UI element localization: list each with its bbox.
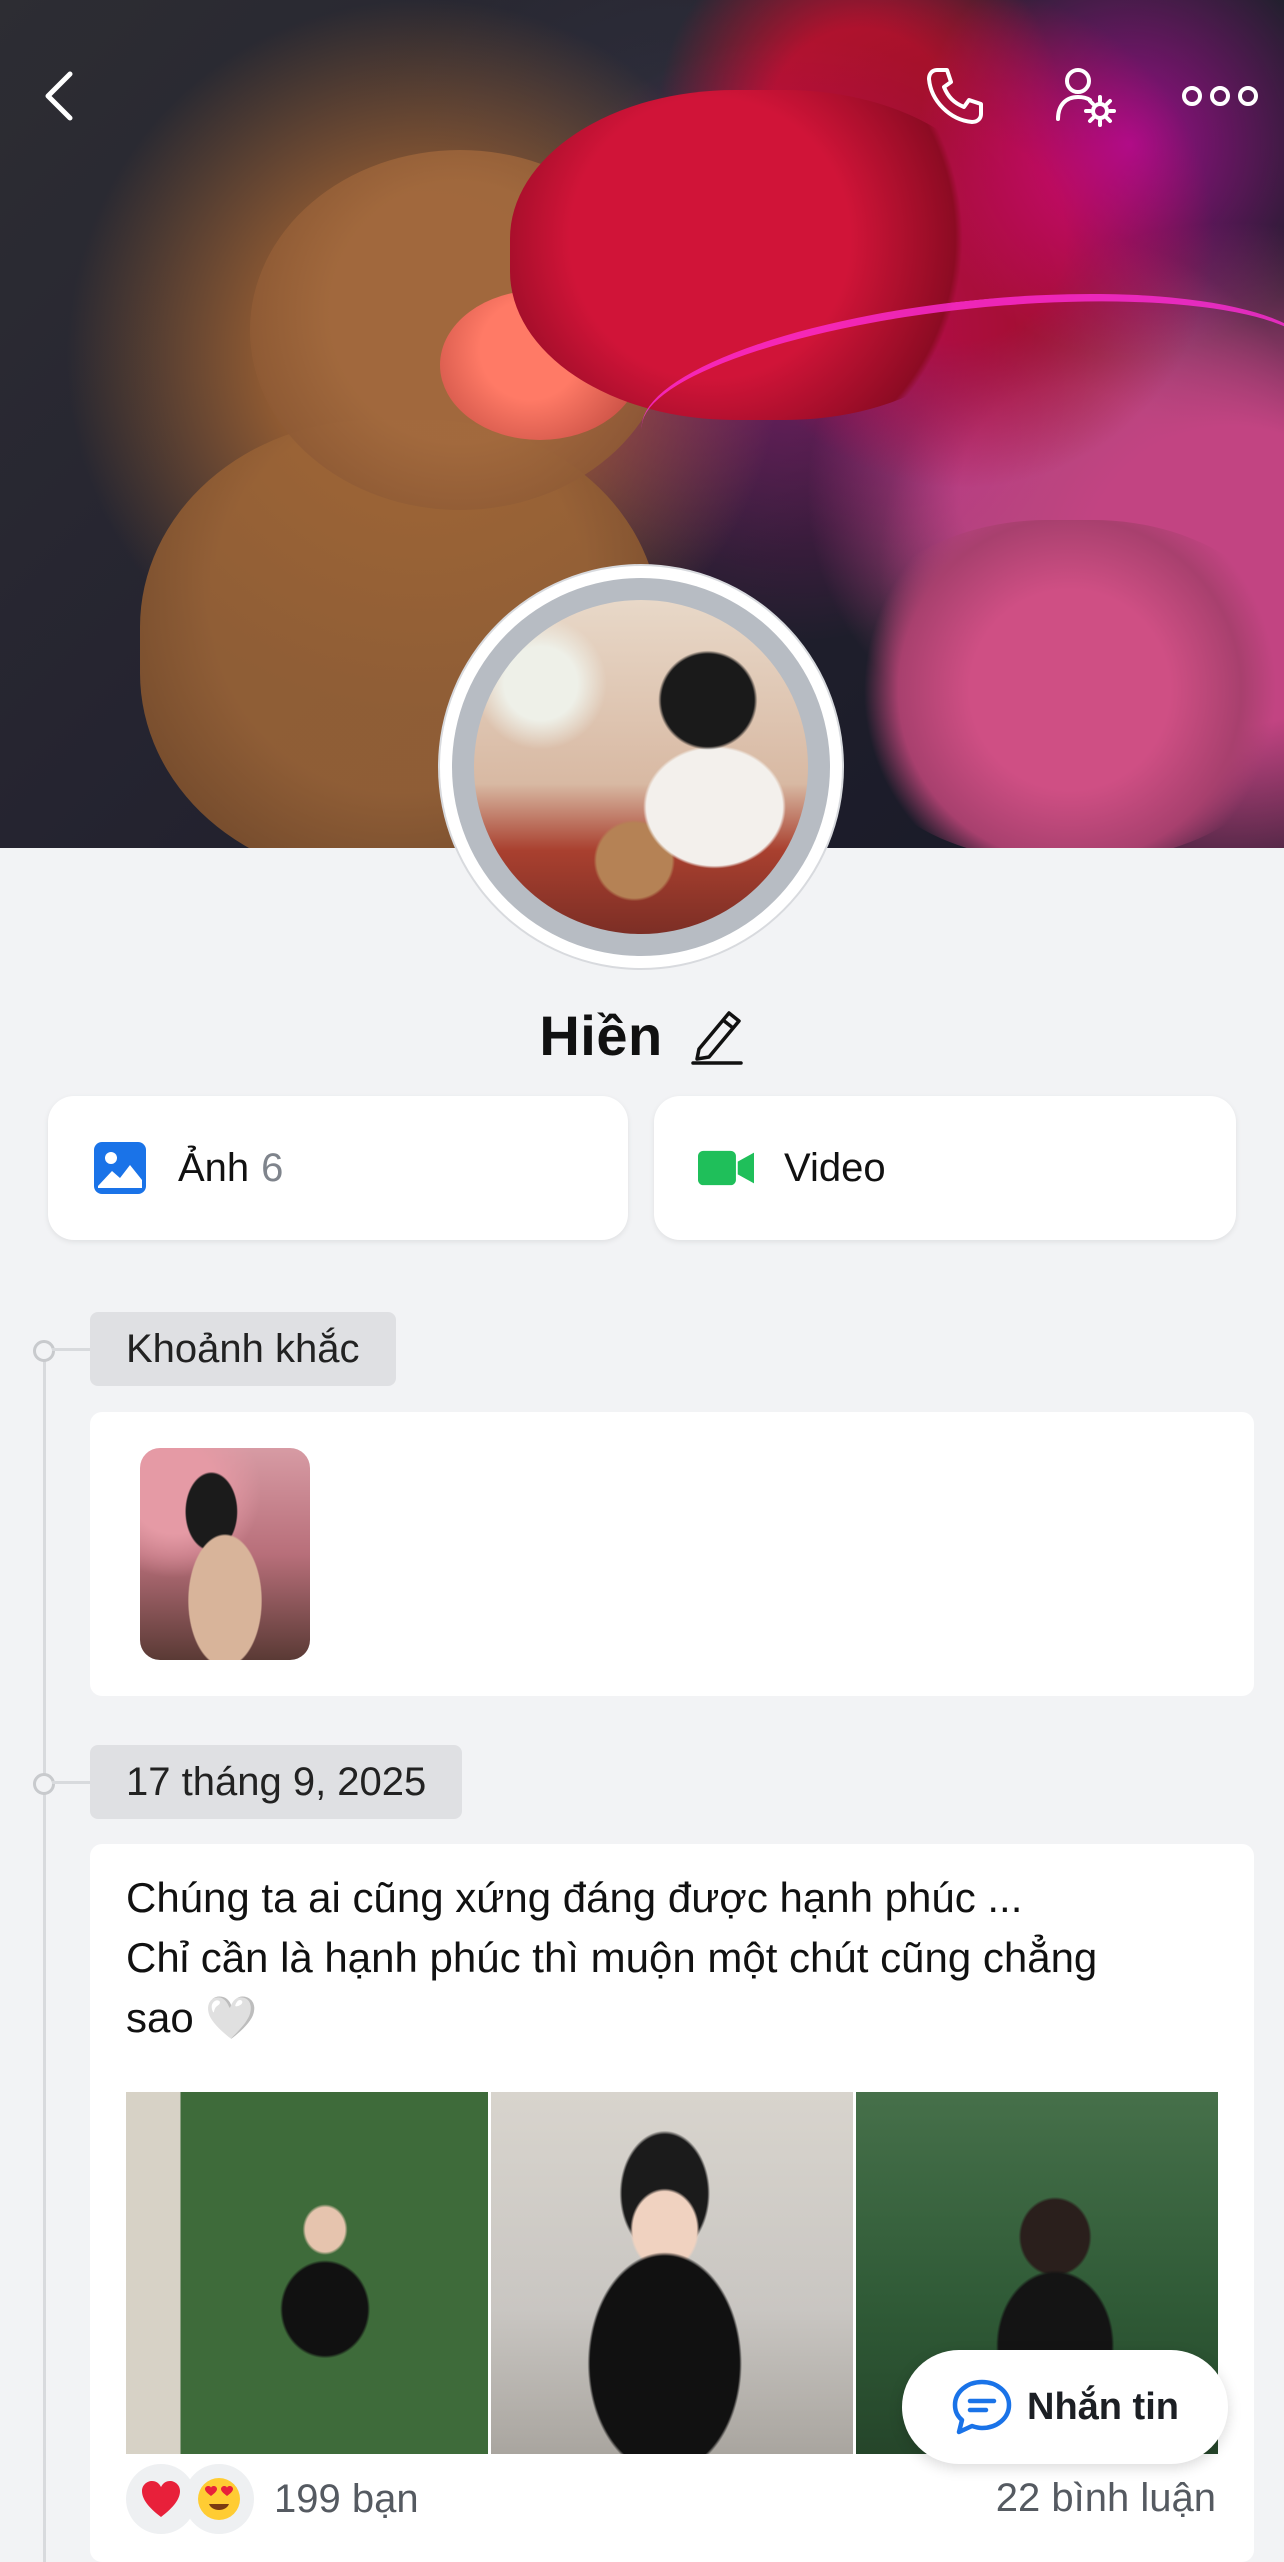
- moments-panel: [90, 1412, 1254, 1696]
- avatar-photo: [474, 600, 808, 934]
- heart-eyes-icon: [184, 2464, 254, 2534]
- post-photo[interactable]: [491, 2092, 853, 2454]
- post-date-tag: 17 tháng 9, 2025: [90, 1745, 463, 1819]
- edit-name-button[interactable]: [689, 1005, 745, 1065]
- more-button[interactable]: [1170, 56, 1270, 136]
- post-text-line: sao 🤍: [126, 1994, 258, 2041]
- post-photo[interactable]: [126, 2092, 488, 2454]
- timeline-connector: [52, 1781, 90, 1784]
- video-camera-icon: [698, 1140, 754, 1196]
- image-icon: [92, 1140, 148, 1196]
- reactions[interactable]: 199 bạn: [126, 2464, 419, 2534]
- avatar[interactable]: [440, 566, 842, 968]
- timeline-dot: [33, 1340, 55, 1362]
- timeline-dot: [33, 1773, 55, 1795]
- moments-tag: Khoảnh khắc: [90, 1312, 396, 1386]
- reactions-count: 199 bạn: [274, 2476, 419, 2521]
- photos-count: 6: [261, 1145, 284, 1190]
- moment-thumbnail[interactable]: [140, 1448, 310, 1660]
- timeline-connector: [52, 1348, 90, 1351]
- photos-button[interactable]: Ảnh 6: [48, 1096, 628, 1240]
- avatar-ring: [452, 578, 830, 956]
- back-button[interactable]: [30, 56, 90, 136]
- pencil-icon: [690, 1011, 743, 1065]
- call-button[interactable]: [910, 56, 1000, 136]
- chevron-left-icon: [45, 71, 73, 121]
- message-button-label: Nhắn tin: [1027, 2385, 1179, 2428]
- user-settings-button[interactable]: [1040, 56, 1130, 136]
- message-button[interactable]: Nhắn tin: [902, 2350, 1228, 2464]
- post-text-line: Chúng ta ai cũng xứng đáng được hạnh phú…: [126, 1874, 1023, 1921]
- post-text: Chúng ta ai cũng xứng đáng được hạnh phú…: [126, 1868, 1216, 2048]
- comments-count[interactable]: 22 bình luận: [996, 2476, 1216, 2521]
- cover-roses-bouquet: [840, 520, 1284, 848]
- profile-name-row: Hiền: [0, 990, 1284, 1080]
- video-label: Video: [784, 1145, 886, 1190]
- video-button[interactable]: Video: [654, 1096, 1236, 1240]
- profile-name: Hiền: [539, 1003, 663, 1067]
- more-icon: [1182, 86, 1258, 106]
- post-text-line: Chỉ cần là hạnh phúc thì muộn một chút c…: [126, 1934, 1098, 1981]
- photos-label: Ảnh: [178, 1145, 250, 1190]
- user-settings-icon: [1056, 68, 1116, 127]
- phone-icon: [927, 68, 983, 124]
- chat-bubble-icon: [952, 2379, 1012, 2435]
- timeline-line: [43, 1348, 46, 2562]
